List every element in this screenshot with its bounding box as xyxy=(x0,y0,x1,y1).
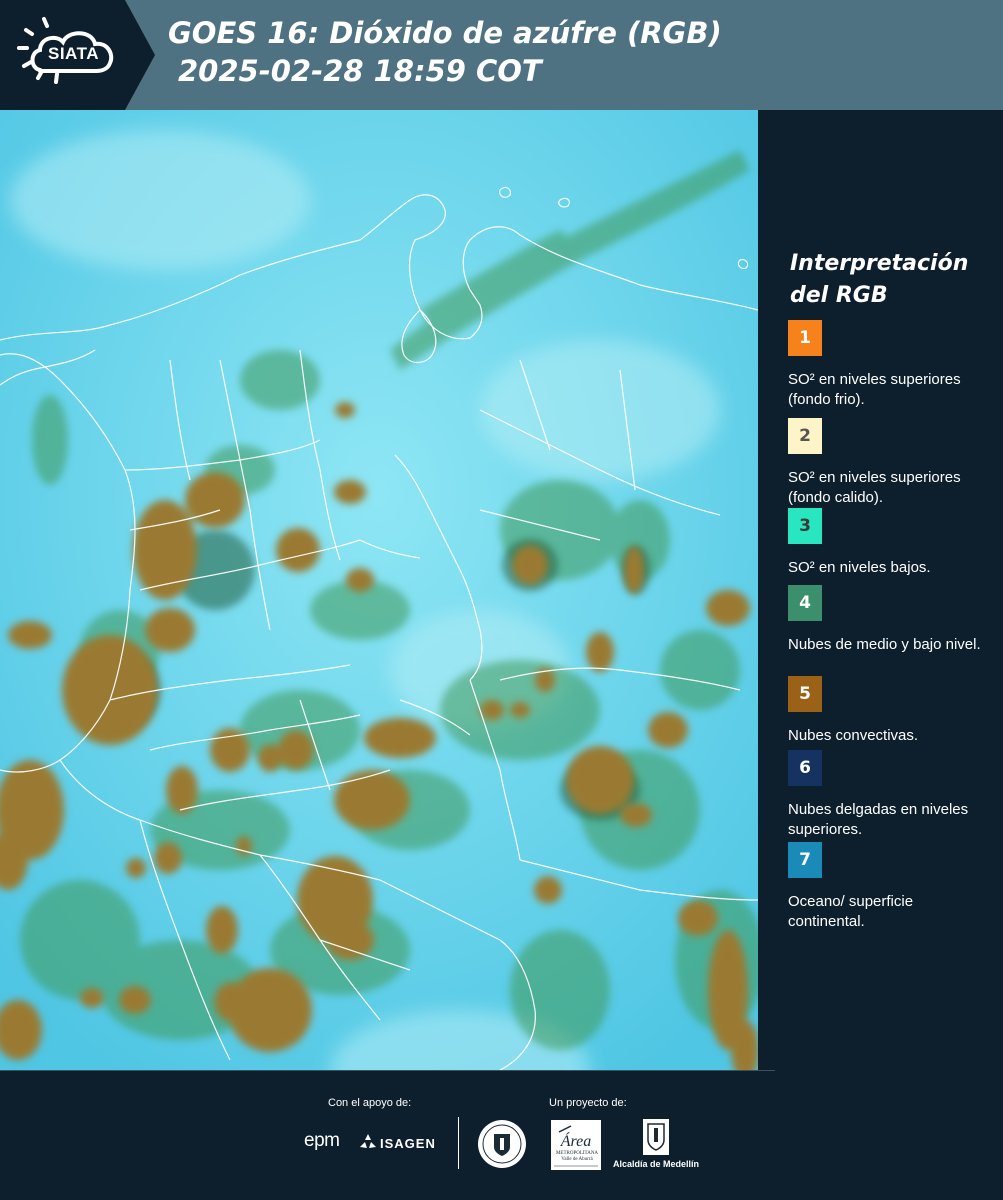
support-caption: Con el apoyo de: xyxy=(328,1097,412,1109)
footer-sponsors: Con el apoyo de: Un proyecto de: epm ISA… xyxy=(0,1070,1003,1200)
epm-logo: epm xyxy=(304,1130,340,1151)
legend-swatch-7: 7 xyxy=(788,842,822,878)
siata-logo: SIATA xyxy=(0,0,155,110)
product-timestamp: 2025-02-28 18:59 COT xyxy=(178,54,542,88)
medellin-seal-icon xyxy=(478,1120,526,1168)
legend-item-5: 5 Nubes convectivas. xyxy=(788,676,988,746)
brand-name: SIATA xyxy=(48,44,99,63)
header-bar: SIATA GOES 16: Dióxido de azúfre (RGB) 2… xyxy=(0,0,1003,110)
alcaldia-shield-icon xyxy=(643,1119,669,1155)
legend-swatch-5: 5 xyxy=(788,676,822,712)
legend-item-6: 6 Nubes delgadas en niveles superiores. xyxy=(788,750,988,840)
legend-swatch-2: 2 xyxy=(788,418,822,454)
rgb-legend: Interpretación del RGB 1 SO² en niveles … xyxy=(758,110,1003,1070)
footer-divider-line xyxy=(0,1070,775,1071)
logo-divider xyxy=(458,1117,459,1169)
project-caption: Un proyecto de: xyxy=(549,1097,627,1109)
product-title: GOES 16: Dióxido de azúfre (RGB) xyxy=(168,16,722,50)
area-logo-text: Área xyxy=(560,1131,592,1150)
satellite-image xyxy=(0,110,758,1070)
legend-label-5: Nubes convectivas. xyxy=(788,727,919,744)
legend-swatch-3: 3 xyxy=(788,508,822,544)
legend-label-3: SO² en niveles bajos. xyxy=(788,559,931,576)
isagen-icon xyxy=(360,1134,376,1148)
legend-item-3: 3 SO² en niveles bajos. xyxy=(788,508,988,578)
legend-label-4: Nubes de medio y bajo nivel. xyxy=(788,636,981,653)
legend-label-6: Nubes delgadas en niveles superiores. xyxy=(788,801,969,838)
legend-item-2: 2 SO² en niveles superiores (fondo calid… xyxy=(788,418,988,508)
legend-swatch-4: 4 xyxy=(788,585,822,621)
legend-item-1: 1 SO² en niveles superiores (fondo frio)… xyxy=(788,320,988,410)
legend-label-7: Oceano/ superficie continental. xyxy=(788,893,914,930)
legend-title: Interpretación del RGB xyxy=(790,251,969,308)
legend-item-7: 7 Oceano/ superficie continental. xyxy=(788,842,988,932)
legend-swatch-1: 1 xyxy=(788,320,822,356)
isagen-logo: ISAGEN xyxy=(380,1136,436,1151)
satellite-rgb-map xyxy=(0,110,758,1070)
legend-label-1: SO² en niveles superiores (fondo frio). xyxy=(788,371,961,408)
legend-item-4: 4 Nubes de medio y bajo nivel. xyxy=(788,585,988,655)
legend-swatch-6: 6 xyxy=(788,750,822,786)
alcaldia-label: Alcaldía de Medellín xyxy=(613,1159,700,1169)
area-metropolitana-name: METROPOLITANA Valle de Aburrá xyxy=(555,1151,599,1162)
legend-label-2: SO² en niveles superiores (fondo calido)… xyxy=(788,469,961,506)
